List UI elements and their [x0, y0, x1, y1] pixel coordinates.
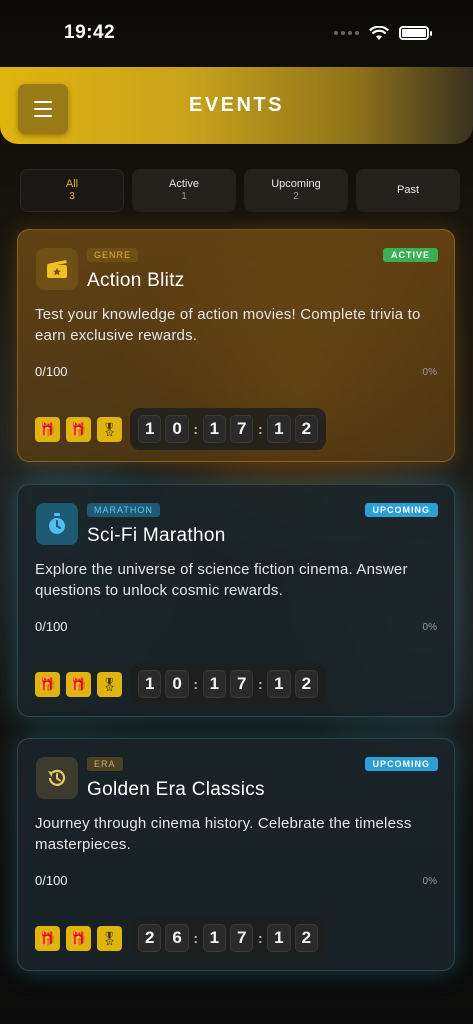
clapperboard-icon [36, 248, 78, 290]
tab-label: Past [396, 183, 419, 196]
progress-value: 0/100 [35, 364, 68, 379]
history-icon [36, 757, 78, 799]
medal-icon: 🎖 [97, 417, 122, 442]
tab-active[interactable]: Active 1 [132, 169, 236, 212]
reward-list: 🎁 🎁 🎖 [35, 417, 122, 442]
clock: 19:42 [64, 22, 116, 43]
timer-digit: 1 [202, 670, 226, 698]
gift-icon: 🎁 [35, 417, 60, 442]
countdown-timer: 1 0 : 1 7 : 1 2 [130, 408, 326, 450]
timer-digit: 1 [267, 670, 291, 698]
timer-separator: : [257, 676, 263, 692]
timer-separator: : [257, 421, 263, 437]
countdown-timer: 2 6 : 1 7 : 1 2 [130, 917, 326, 959]
stopwatch-icon [36, 503, 78, 545]
event-title: Golden Era Classics [87, 779, 265, 800]
countdown-timer: 1 0 : 1 7 : 1 2 [130, 663, 326, 705]
timer-digit: 2 [294, 670, 318, 698]
tab-label: All [65, 177, 79, 190]
event-description: Explore the universe of science fiction … [35, 561, 408, 599]
medal-icon: 🎖 [97, 672, 122, 697]
timer-digit: 6 [165, 924, 189, 952]
category-badge: GENRE [87, 248, 139, 262]
page-title: EVENTS [188, 94, 285, 116]
timer-digit: 2 [294, 924, 318, 952]
gift-icon: 🎁 [35, 926, 60, 951]
tab-past[interactable]: Past [356, 169, 460, 212]
timer-digit: 1 [267, 415, 291, 443]
reward-list: 🎁 🎁 🎖 [35, 672, 122, 697]
progress-value: 0/100 [35, 619, 68, 634]
timer-separator: : [193, 930, 199, 946]
event-description: Test your knowledge of action movies! Co… [35, 306, 421, 344]
progress-percent: 0% [422, 876, 437, 887]
tab-count: 1 [181, 191, 187, 203]
status-icons [334, 25, 432, 41]
wifi-icon [369, 25, 389, 40]
status-badge: UPCOMING [364, 503, 438, 517]
tab-label: Upcoming [271, 177, 321, 190]
tab-count: 3 [69, 191, 75, 203]
timer-separator: : [193, 676, 199, 692]
gift-icon: 🎁 [66, 417, 91, 442]
gift-icon: 🎁 [66, 672, 91, 697]
timer-digit: 1 [202, 924, 226, 952]
gift-icon: 🎁 [66, 926, 91, 951]
event-title: Action Blitz [87, 270, 185, 291]
status-badge: UPCOMING [364, 757, 438, 771]
timer-digit: 0 [165, 415, 189, 443]
timer-digit: 1 [202, 415, 226, 443]
event-card-golden-era-classics[interactable]: ERA UPCOMING Golden Era Classics Journey… [17, 738, 455, 971]
category-badge: ERA [87, 757, 123, 771]
signal-icon [334, 31, 359, 35]
filter-tabs: All 3 Active 1 Upcoming 2 Past [20, 169, 460, 212]
menu-button[interactable] [18, 84, 68, 134]
category-badge: MARATHON [87, 503, 160, 517]
timer-digit: 0 [165, 670, 189, 698]
timer-digit: 1 [138, 670, 162, 698]
progress-value: 0/100 [35, 873, 68, 888]
battery-icon [399, 26, 432, 40]
tab-label: Active [169, 177, 199, 190]
timer-digit: 7 [230, 670, 254, 698]
tab-count: 2 [293, 191, 299, 203]
timer-digit: 2 [138, 924, 162, 952]
timer-digit: 1 [267, 924, 291, 952]
tab-all[interactable]: All 3 [20, 169, 124, 212]
gift-icon: 🎁 [35, 672, 60, 697]
medal-icon: 🎖 [97, 926, 122, 951]
progress-percent: 0% [422, 622, 437, 633]
status-badge: ACTIVE [382, 248, 438, 262]
timer-separator: : [257, 930, 263, 946]
timer-digit: 7 [230, 415, 254, 443]
progress-percent: 0% [422, 367, 437, 378]
timer-digit: 1 [138, 415, 162, 443]
timer-separator: : [193, 421, 199, 437]
timer-digit: 2 [294, 415, 318, 443]
tab-upcoming[interactable]: Upcoming 2 [244, 169, 348, 212]
header-bar: EVENTS [0, 67, 473, 144]
status-bar: 19:42 [0, 0, 473, 66]
event-title: Sci-Fi Marathon [87, 525, 226, 546]
reward-list: 🎁 🎁 🎖 [35, 926, 122, 951]
timer-digit: 7 [230, 924, 254, 952]
event-card-action-blitz[interactable]: GENRE ACTIVE Action Blitz Test your know… [17, 229, 455, 462]
event-card-sci-fi-marathon[interactable]: MARATHON UPCOMING Sci-Fi Marathon Explor… [17, 484, 455, 717]
event-description: Journey through cinema history. Celebrat… [35, 815, 412, 853]
